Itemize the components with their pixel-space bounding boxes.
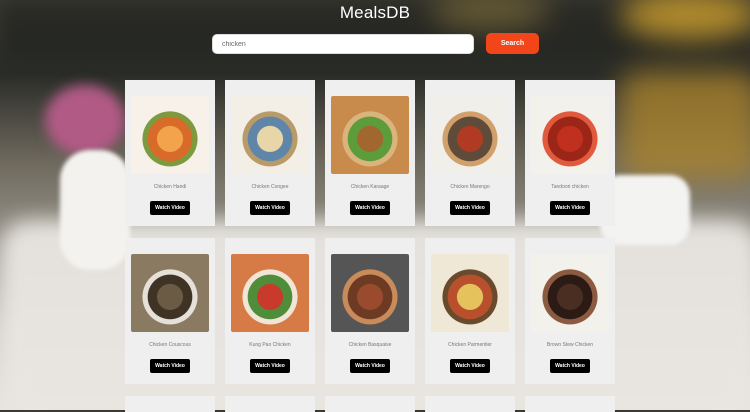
meal-card: Chicken Couscous Watch Video xyxy=(125,238,215,384)
meal-name: Chicken Karaage xyxy=(350,184,390,190)
watch-video-button[interactable]: Watch Video xyxy=(450,201,490,215)
meal-card: Chicken Parmentier Watch Video xyxy=(425,238,515,384)
meal-card: Chicken Marengo Watch Video xyxy=(425,80,515,226)
watch-video-button[interactable]: Watch Video xyxy=(350,201,390,215)
meal-image xyxy=(131,254,209,332)
meal-name: Chicken Handi xyxy=(153,184,187,190)
meal-name: Brown Stew Chicken xyxy=(546,342,594,348)
header: MealsDB Search xyxy=(0,0,750,60)
meal-name: Chicken Marengo xyxy=(450,184,490,190)
meal-image xyxy=(131,96,209,174)
watch-video-button[interactable]: Watch Video xyxy=(550,359,590,373)
app-title: MealsDB xyxy=(339,3,411,22)
meal-card: Chicken Handi Watch Video xyxy=(125,80,215,226)
search-input[interactable] xyxy=(212,34,474,54)
meal-card: Chicken Karaage Watch Video xyxy=(325,80,415,226)
meal-image xyxy=(331,96,409,174)
meal-image xyxy=(231,96,309,174)
search-button[interactable]: Search xyxy=(486,33,539,54)
meal-card: Chicken Basquaise Watch Video xyxy=(325,238,415,384)
meal-image xyxy=(331,254,409,332)
watch-video-button[interactable]: Watch Video xyxy=(250,359,290,373)
meal-name: Chicken Congee xyxy=(251,184,289,190)
meal-card: Tandoori chicken Watch Video xyxy=(525,80,615,226)
meal-image xyxy=(431,254,509,332)
meal-grid: Chicken Handi Watch Video Chicken Congee Wa… xyxy=(125,80,615,412)
meal-image xyxy=(531,96,609,174)
meal-name: Tandoori chicken xyxy=(551,184,589,190)
meal-card: Kung Pao Chicken Watch Video xyxy=(225,238,315,384)
meal-image xyxy=(231,254,309,332)
meal-name: Kung Pao Chicken xyxy=(249,342,291,348)
meal-card: Brown Stew Chicken Watch Video xyxy=(525,238,615,384)
watch-video-button[interactable]: Watch Video xyxy=(150,359,190,373)
meal-name: Chicken Parmentier xyxy=(448,342,492,348)
meal-name: Chicken Basquaise xyxy=(348,342,392,348)
watch-video-button[interactable]: Watch Video xyxy=(450,359,490,373)
meal-card: Chicken Congee Watch Video xyxy=(225,80,315,226)
watch-video-button[interactable]: Watch Video xyxy=(250,201,290,215)
watch-video-button[interactable]: Watch Video xyxy=(350,359,390,373)
meal-image xyxy=(531,254,609,332)
watch-video-button[interactable]: Watch Video xyxy=(550,201,590,215)
meal-image xyxy=(431,96,509,174)
meal-name: Chicken Couscous xyxy=(149,342,191,348)
watch-video-button[interactable]: Watch Video xyxy=(150,201,190,215)
